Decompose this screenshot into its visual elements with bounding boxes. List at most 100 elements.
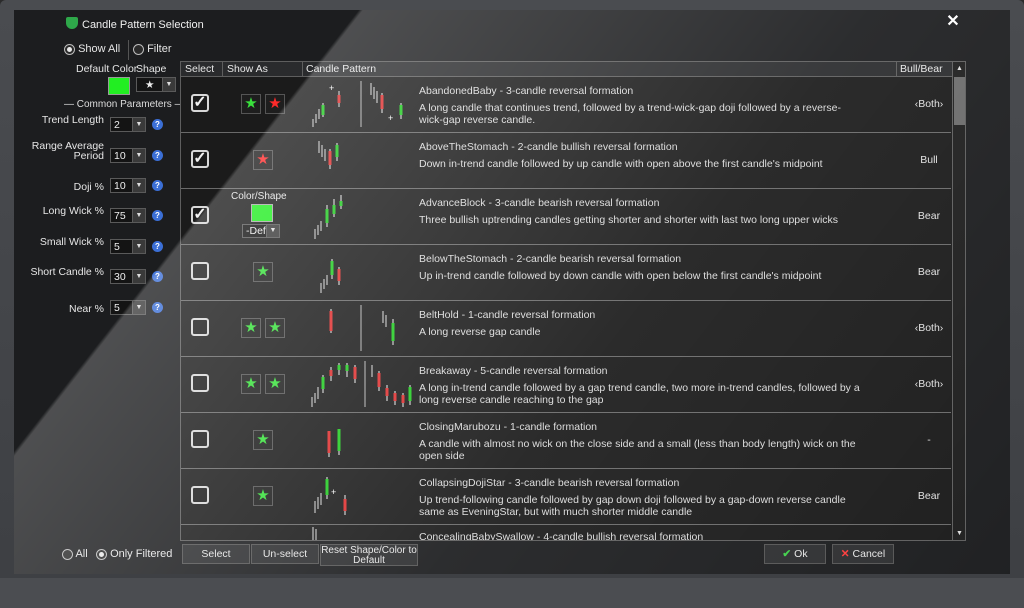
star-icon[interactable]: ★ [265,94,285,114]
param-long-wick-label: Long Wick % [42,205,104,217]
select-checkbox[interactable]: ✓ [191,206,209,224]
table-row[interactable]: ★ BelowTheStomach - 2-candle bearish rev… [181,245,951,301]
divider [128,40,129,60]
pattern-description: Up in-trend candle followed by down cand… [419,270,822,282]
dropdown-value: 75 [114,210,126,222]
table-row[interactable]: ✓ ★ AboveTheStomach - 2-candle bullish r… [181,133,951,189]
table-row[interactable]: ★ ClosingMarubozu - 1-candle formation A… [181,413,951,469]
dropdown-value: 10 [114,180,126,192]
chevron-down-icon: ▼ [162,78,175,91]
bull-bear-value[interactable]: ‹Both› [899,98,959,110]
divider [302,62,303,76]
star-icon[interactable]: ★ [253,430,273,450]
help-icon[interactable]: ? [152,241,163,252]
star-icon[interactable]: ★ [265,374,285,394]
near-percent-dropdown[interactable]: 5 ▼ [110,300,146,315]
title-bar: Candle Pattern Selection ✕ [14,10,1010,40]
select-checkbox[interactable] [191,486,209,504]
long-wick-dropdown[interactable]: 75 ▼ [110,208,146,223]
scroll-up-icon[interactable]: ▲ [953,62,965,75]
help-icon[interactable]: ? [152,119,163,130]
bull-bear-value[interactable]: Bear [899,490,959,502]
bias-text: Both [918,98,940,110]
row-color-swatch[interactable] [251,204,273,222]
header-show-as: Show As [227,63,268,75]
help-icon[interactable]: ? [152,180,163,191]
star-icon[interactable]: ★ [253,486,273,506]
pattern-chart: + + [312,81,403,127]
svg-text:+: + [331,487,336,497]
table-row[interactable]: ✓ Color/Shape -Def- ▼ AdvanceBlock - 3-ca… [181,189,951,245]
range-average-period-dropdown[interactable]: 10 ▼ [110,148,146,163]
shape-dropdown[interactable]: ★ ▼ [136,77,176,92]
shape-value: ★ [145,79,155,91]
scroll-down-icon[interactable]: ▼ [953,527,965,540]
chevron-down-icon: ▼ [132,179,145,192]
help-icon[interactable]: ? [152,302,163,313]
pattern-chart [311,361,412,407]
select-checkbox[interactable] [191,262,209,280]
bull-bear-value[interactable]: - [899,434,959,446]
show-all-radio[interactable]: Show All [64,43,120,55]
color-shape-label: Color/Shape [231,191,287,202]
ok-button[interactable]: ✔ Ok [764,544,826,564]
table-row[interactable]: ConcealingBabySwallow - 4-candle bullish… [181,525,951,540]
star-icon[interactable]: ★ [241,374,261,394]
chevron-right-icon: › [939,378,944,390]
star-icon[interactable]: ★ [241,94,261,114]
dropdown-value: 2 [114,119,120,131]
radio-selected-icon [64,43,75,55]
bias-text: Both [918,322,940,334]
help-icon[interactable]: ? [152,271,163,282]
bull-bear-value[interactable]: Bear [899,266,959,278]
dropdown-value: 5 [114,241,120,253]
dropdown-value: 30 [114,271,126,283]
reset-shape-color-button[interactable]: Reset Shape/Color to Default [320,544,418,566]
close-button[interactable]: ✕ [944,13,962,31]
row-shape-dropdown[interactable]: -Def- ▼ [242,224,280,238]
pattern-description: A long candle that continues trend, foll… [419,102,841,126]
star-icon[interactable]: ★ [265,318,285,338]
select-checkbox[interactable]: ✓ [191,94,209,112]
param-short-candle-label: Short Candle % [30,266,104,278]
table-row[interactable]: ★ ★ BeltHold - 1-candle reversal formati… [181,301,951,357]
common-params-heading: — Common Parameters — [64,99,185,110]
filter-radio[interactable]: Filter [133,43,172,55]
unselect-button[interactable]: Un-select [251,544,319,564]
bull-bear-value[interactable]: Bull [899,154,959,166]
help-icon[interactable]: ? [152,210,163,221]
doji-percent-dropdown[interactable]: 10 ▼ [110,178,146,193]
select-button[interactable]: Select [182,544,250,564]
star-icon[interactable]: ★ [253,150,273,170]
all-label: All [75,548,88,560]
star-icon[interactable]: ★ [253,262,273,282]
scroll-thumb[interactable] [954,77,965,125]
cancel-button[interactable]: ✕ Cancel [832,544,894,564]
bull-bear-value[interactable]: ‹Both› [899,378,959,390]
only-filtered-radio[interactable]: Only Filtered [96,548,172,560]
table-row[interactable]: ★ ★ Breakaway - 5-candle reversal format… [181,357,951,413]
small-wick-dropdown[interactable]: 5 ▼ [110,239,146,254]
table-header: Select Show As Candle Pattern Bull/Bear [181,62,965,77]
pattern-chart [314,195,343,239]
all-radio[interactable]: All [62,548,88,560]
pattern-name: AbandonedBaby - 3-candle reversal format… [419,85,634,97]
default-color-swatch[interactable] [108,77,130,95]
chevron-down-icon: ▼ [132,270,145,283]
bull-bear-value[interactable]: Bear [899,210,959,222]
select-checkbox[interactable] [191,318,209,336]
star-icon[interactable]: ★ [241,318,261,338]
table-row[interactable]: ★ + CollapsingDojiStar - 3-candle bearis… [181,469,951,525]
select-checkbox[interactable] [191,430,209,448]
table-row[interactable]: ✓ ★ ★ + + AbandonedBaby - 3-candle rever… [181,77,951,133]
select-checkbox[interactable]: ✓ [191,150,209,168]
chevron-right-icon: › [939,322,944,334]
help-icon[interactable]: ? [152,150,163,161]
cancel-label: Cancel [852,548,886,560]
vertical-scrollbar[interactable]: ▲ ▼ [952,62,965,540]
select-checkbox[interactable] [191,374,209,392]
param-doji-label: Doji % [73,181,104,193]
trend-length-dropdown[interactable]: 2 ▼ [110,117,146,132]
bull-bear-value[interactable]: ‹Both› [899,322,959,334]
short-candle-dropdown[interactable]: 30 ▼ [110,269,146,284]
